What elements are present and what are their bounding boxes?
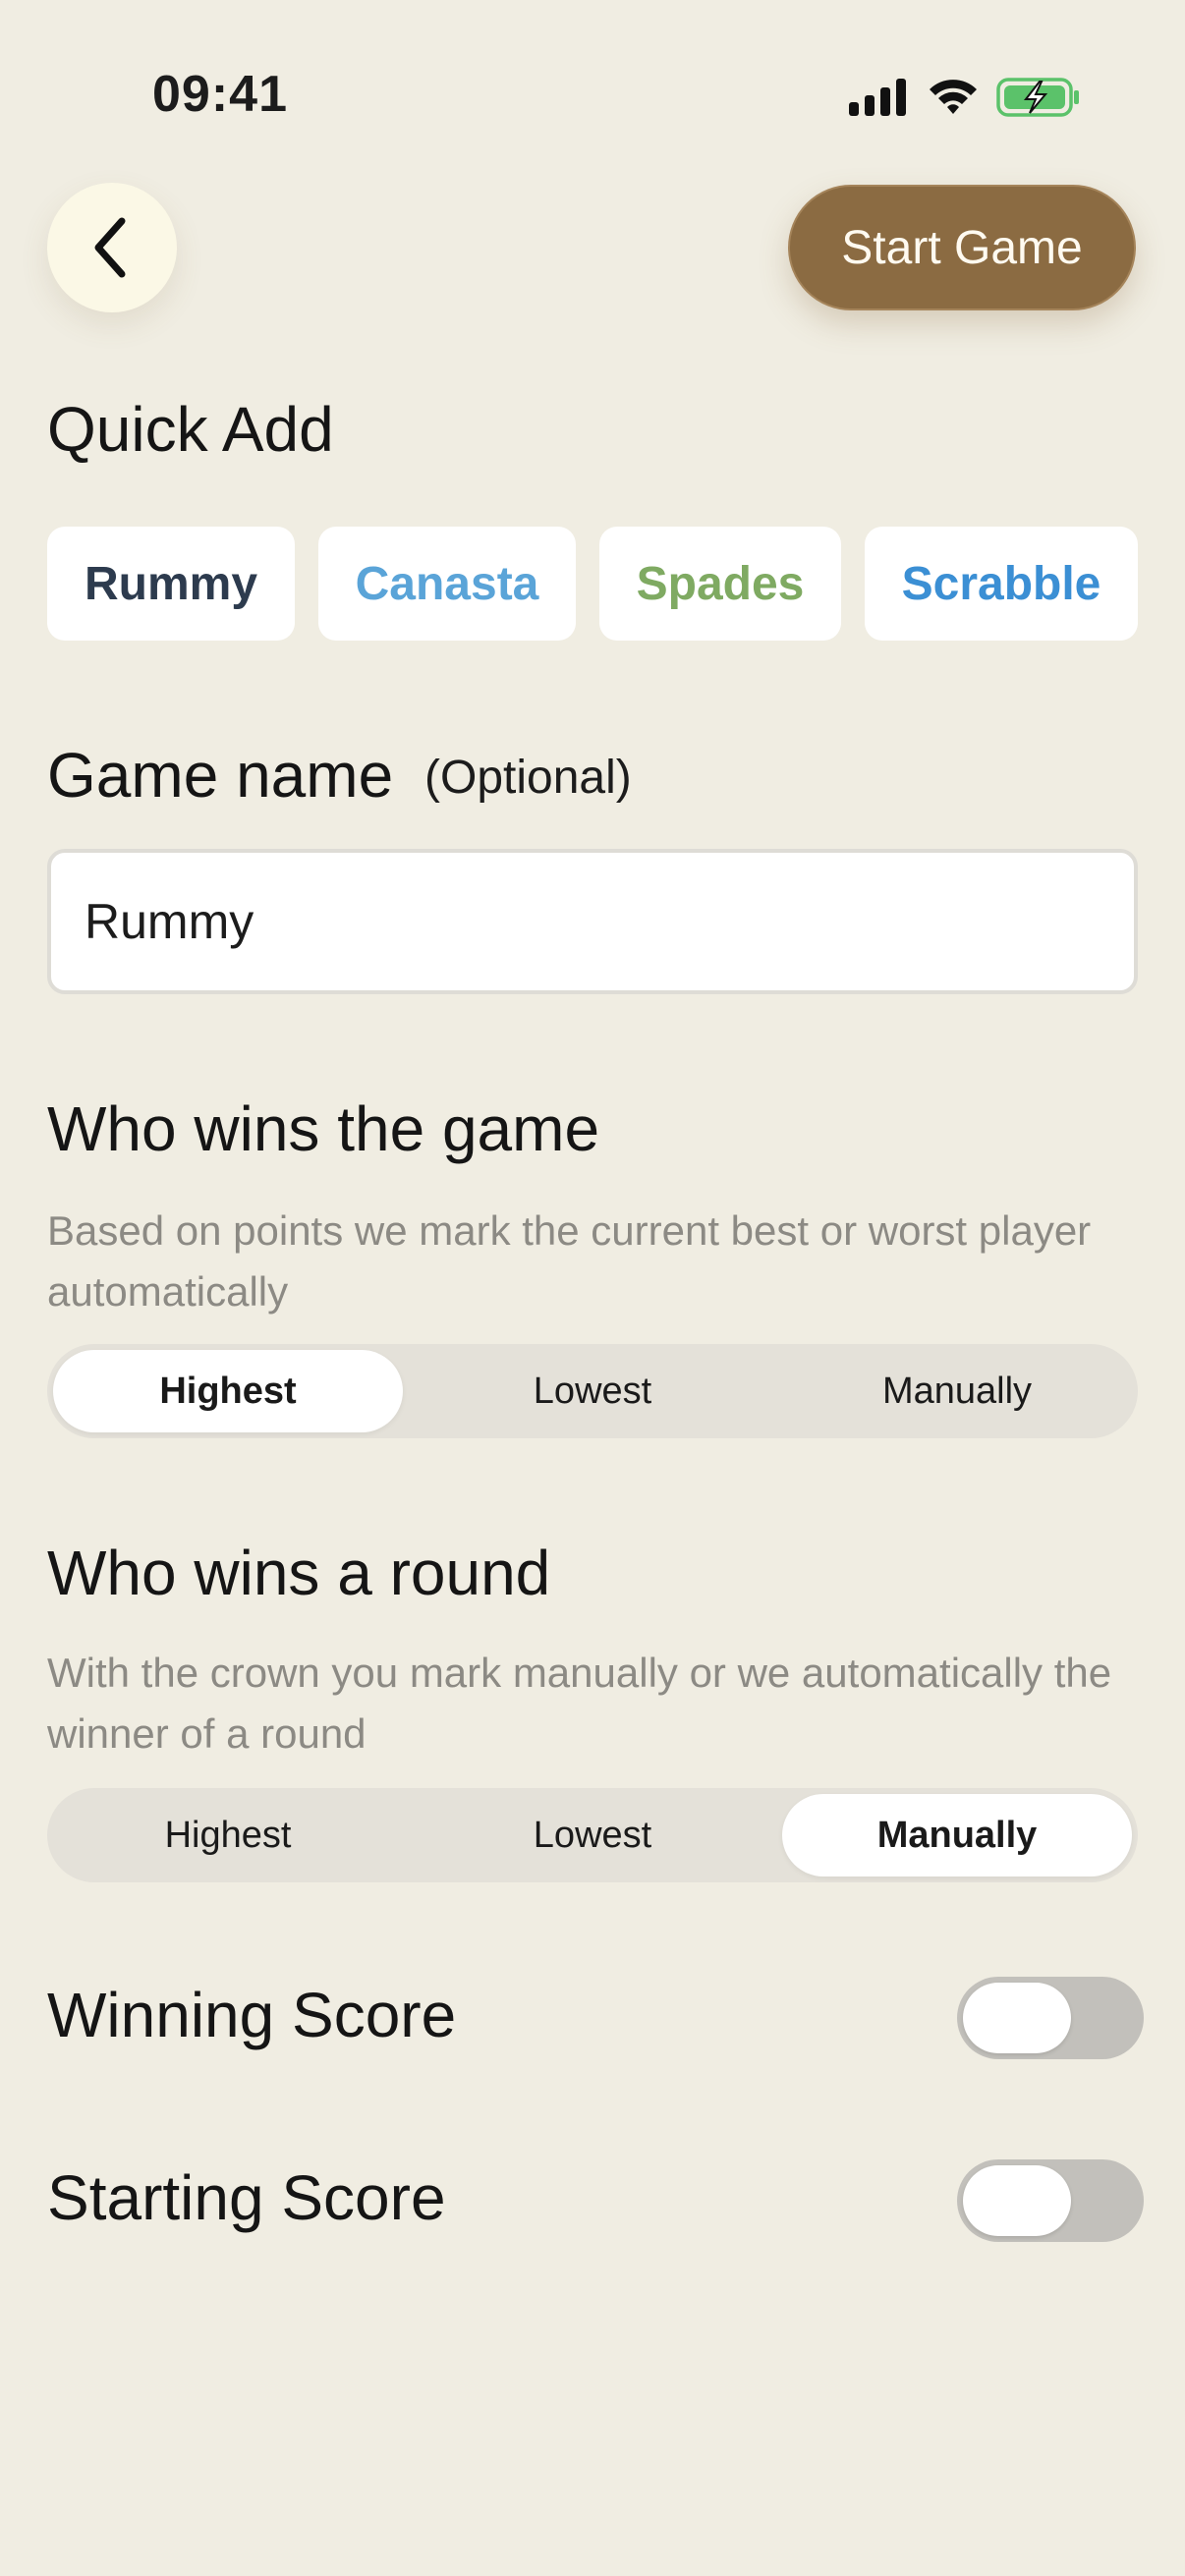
quick-add-chip-rummy[interactable]: Rummy <box>47 527 295 641</box>
game-winner-description: Based on points we mark the current best… <box>47 1207 1092 1315</box>
game-winner-option-highest[interactable]: Highest <box>53 1350 403 1432</box>
winning-score-toggle[interactable] <box>957 1977 1144 2059</box>
toggle-knob <box>963 2165 1071 2236</box>
chip-label: Canasta <box>355 557 539 610</box>
round-winner-title: Who wins a round <box>47 1538 551 1608</box>
game-winner-segmented-control: Highest Lowest Manually <box>47 1344 1138 1438</box>
round-winner-segmented-control: Highest Lowest Manually <box>47 1788 1138 1882</box>
chip-label: Rummy <box>84 557 258 610</box>
chip-label: Spades <box>636 557 805 610</box>
wifi-icon <box>930 80 977 114</box>
battery-charging-icon <box>996 78 1079 117</box>
cellular-signal-icon <box>849 79 906 116</box>
starting-score-toggle[interactable] <box>957 2159 1144 2242</box>
start-game-button[interactable]: Start Game <box>788 185 1136 310</box>
starting-score-label: Starting Score <box>47 2162 446 2233</box>
round-winner-option-lowest[interactable]: Lowest <box>418 1794 767 1876</box>
quick-add-chip-scrabble[interactable]: Scrabble <box>865 527 1138 641</box>
status-time: 09:41 <box>152 66 288 123</box>
round-winner-description: With the crown you mark manually or we a… <box>47 1650 1112 1757</box>
game-winner-option-manually[interactable]: Manually <box>782 1350 1132 1432</box>
game-name-title: Game name <box>47 740 394 811</box>
optional-label: (Optional) <box>424 752 632 804</box>
round-winner-option-manually[interactable]: Manually <box>782 1794 1132 1876</box>
quick-add-chip-canasta[interactable]: Canasta <box>318 527 576 641</box>
quick-add-chip-spades[interactable]: Spades <box>599 527 841 641</box>
chip-label: Scrabble <box>901 557 1101 610</box>
round-winner-option-highest[interactable]: Highest <box>53 1794 403 1876</box>
new-game-screen: 09:41 Start Game Quick Add Rummy Canasta… <box>0 0 1185 2576</box>
chevron-left-icon <box>94 217 126 278</box>
toggle-knob <box>963 1983 1071 2053</box>
quick-add-title: Quick Add <box>47 394 334 465</box>
game-winner-option-lowest[interactable]: Lowest <box>418 1350 767 1432</box>
winning-score-label: Winning Score <box>47 1980 457 2050</box>
back-button[interactable] <box>47 183 177 312</box>
game-winner-title: Who wins the game <box>47 1093 600 1164</box>
game-name-input[interactable] <box>47 849 1138 994</box>
